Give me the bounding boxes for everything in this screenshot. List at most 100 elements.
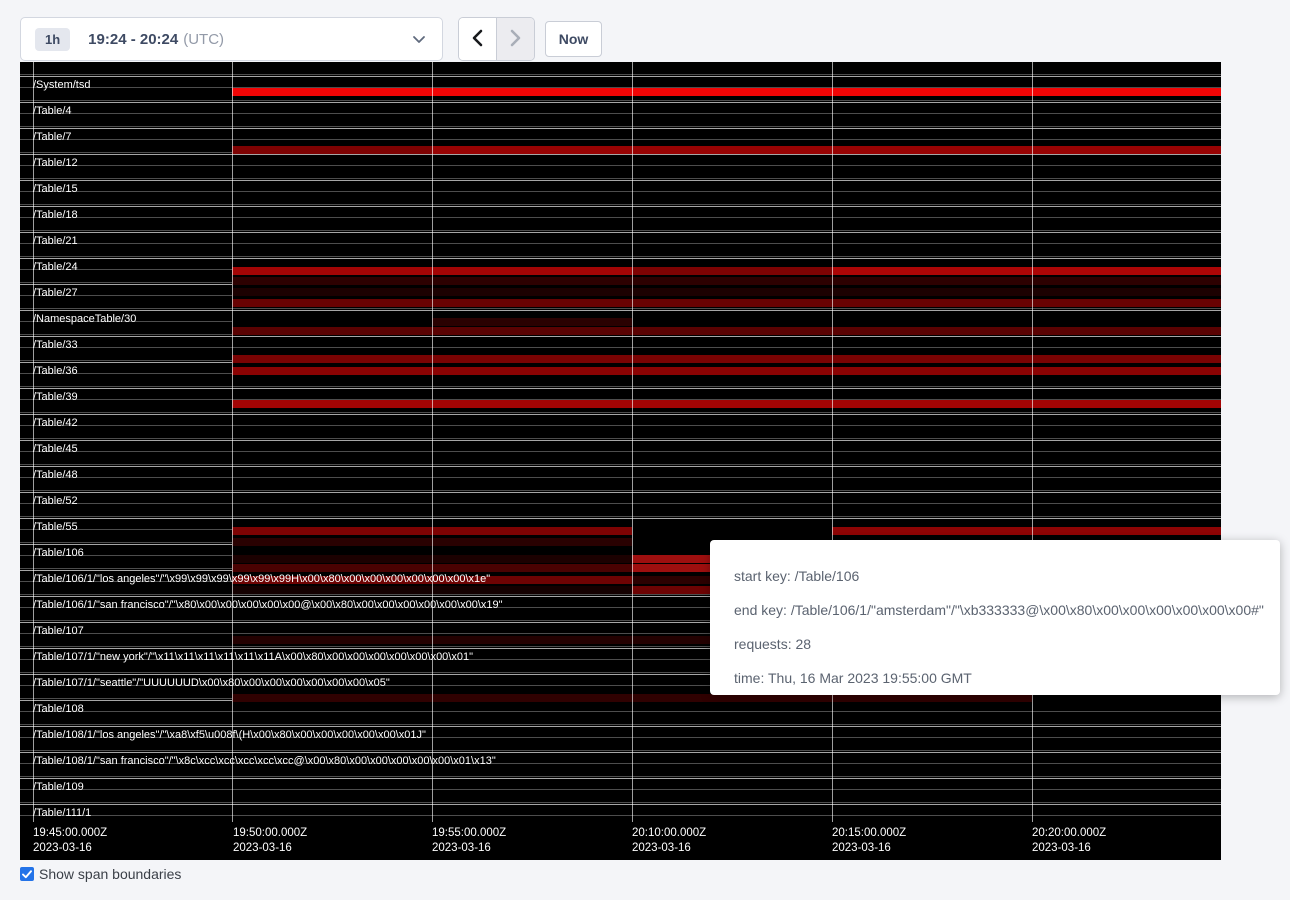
heatmap-row[interactable]: /Table/108/1/"los angeles"/"\xa8\xf5\u00… <box>20 726 1221 752</box>
heatmap-row[interactable]: /Table/12 <box>20 154 1221 180</box>
heat-band-segment[interactable] <box>432 146 632 154</box>
heat-band[interactable] <box>232 277 1221 285</box>
heat-band-segment[interactable] <box>832 146 1032 154</box>
heat-band-segment[interactable] <box>1032 146 1221 154</box>
heat-band-segment[interactable] <box>232 277 432 285</box>
heat-band-segment[interactable] <box>232 400 432 408</box>
heatmap-row[interactable]: /Table/111/1 <box>20 804 1221 819</box>
heat-band-segment[interactable] <box>432 564 632 572</box>
heatmap-row[interactable]: /Table/7 <box>20 128 1221 154</box>
heat-band-segment[interactable] <box>432 636 632 644</box>
previous-interval-button[interactable] <box>459 18 497 60</box>
heat-band-segment[interactable] <box>1032 288 1221 296</box>
heat-band-segment[interactable] <box>432 694 632 702</box>
heat-band-segment[interactable] <box>832 299 1032 307</box>
heatmap-row[interactable]: /Table/21 <box>20 232 1221 258</box>
heat-band[interactable] <box>232 88 1221 96</box>
heat-band-segment[interactable] <box>832 327 1032 335</box>
heatmap-row[interactable]: /Table/108/1/"san francisco"/"\x8c\xcc\x… <box>20 752 1221 778</box>
heat-band-segment[interactable] <box>232 146 432 154</box>
heat-band[interactable] <box>232 355 1221 363</box>
heat-band[interactable] <box>232 694 1221 702</box>
heat-band-segment[interactable] <box>432 355 632 363</box>
show-span-boundaries-control[interactable]: Show span boundaries <box>20 866 181 882</box>
heatmap-row[interactable]: /Table/27 <box>20 284 1221 310</box>
heat-band-segment[interactable] <box>432 538 632 546</box>
heatmap-row[interactable]: /Table/15 <box>20 180 1221 206</box>
heat-band-segment[interactable] <box>232 527 432 535</box>
heatmap-row[interactable]: /Table/52 <box>20 492 1221 518</box>
heat-band-segment[interactable] <box>632 88 832 96</box>
heatmap-row[interactable]: /Table/4 <box>20 102 1221 128</box>
heat-band[interactable] <box>232 400 1221 408</box>
heat-band-segment[interactable] <box>832 318 1032 326</box>
heat-band-segment[interactable] <box>632 277 832 285</box>
heat-band-segment[interactable] <box>432 88 632 96</box>
heat-band-segment[interactable] <box>632 299 832 307</box>
heat-band-segment[interactable] <box>832 694 1032 702</box>
heatmap-row[interactable]: /Table/108 <box>20 700 1221 726</box>
heat-band-segment[interactable] <box>432 400 632 408</box>
heat-band-segment[interactable] <box>1032 367 1221 375</box>
heat-band-segment[interactable] <box>832 400 1032 408</box>
heat-band-segment[interactable] <box>832 288 1032 296</box>
heat-band[interactable] <box>232 267 1221 275</box>
heat-band-segment[interactable] <box>232 267 432 275</box>
heat-band-segment[interactable] <box>432 267 632 275</box>
heat-band-segment[interactable] <box>1032 400 1221 408</box>
heat-band-segment[interactable] <box>232 564 432 572</box>
heat-band-segment[interactable] <box>632 288 832 296</box>
heat-band[interactable] <box>232 327 1221 335</box>
heat-band-segment[interactable] <box>232 88 432 96</box>
heat-band-segment[interactable] <box>832 527 1032 535</box>
heat-band-segment[interactable] <box>432 367 632 375</box>
heatmap-row[interactable]: /Table/42 <box>20 414 1221 440</box>
heat-band-segment[interactable] <box>632 694 832 702</box>
heat-band-segment[interactable] <box>1032 277 1221 285</box>
time-range-dropdown[interactable]: 1h 19:24 - 20:24 (UTC) <box>20 17 443 61</box>
heat-band-segment[interactable] <box>432 555 632 563</box>
heat-band-segment[interactable] <box>232 367 432 375</box>
heat-band-segment[interactable] <box>1032 318 1221 326</box>
heat-band-segment[interactable] <box>232 318 432 326</box>
heat-band-segment[interactable] <box>632 355 832 363</box>
heat-band-segment[interactable] <box>832 277 1032 285</box>
heat-band-segment[interactable] <box>232 555 432 563</box>
heat-band-segment[interactable] <box>232 327 432 335</box>
heat-band-segment[interactable] <box>432 327 632 335</box>
heat-band-segment[interactable] <box>832 267 1032 275</box>
heat-band-segment[interactable] <box>1032 299 1221 307</box>
heat-band-segment[interactable] <box>232 636 432 644</box>
heat-band-segment[interactable] <box>632 267 832 275</box>
heat-band-segment[interactable] <box>432 318 632 326</box>
heat-band-segment[interactable] <box>432 277 632 285</box>
heat-band-segment[interactable] <box>1032 527 1221 535</box>
heatmap-row[interactable]: /Table/33 <box>20 336 1221 362</box>
heat-band-segment[interactable] <box>432 527 632 535</box>
heat-band[interactable] <box>232 288 1221 296</box>
heatmap-row[interactable]: /Table/45 <box>20 440 1221 466</box>
heat-band-segment[interactable] <box>832 367 1032 375</box>
heat-band-segment[interactable] <box>1032 88 1221 96</box>
heatmap-row[interactable]: /Table/109 <box>20 778 1221 804</box>
show-span-boundaries-checkbox[interactable] <box>20 867 34 881</box>
heat-band-segment[interactable] <box>1032 267 1221 275</box>
heatmap-row[interactable]: /Table/39 <box>20 388 1221 414</box>
heatmap-row[interactable]: /Table/18 <box>20 206 1221 232</box>
heat-band-segment[interactable] <box>1032 694 1221 702</box>
heat-band-segment[interactable] <box>632 318 832 326</box>
now-button[interactable]: Now <box>545 21 602 57</box>
heatmap-row[interactable]: /System/tsd <box>20 76 1221 102</box>
heat-band-segment[interactable] <box>1032 355 1221 363</box>
heat-band-segment[interactable] <box>232 586 432 594</box>
heat-band-segment[interactable] <box>832 88 1032 96</box>
heat-band-segment[interactable] <box>632 367 832 375</box>
heat-band-segment[interactable] <box>632 146 832 154</box>
heatmap-row[interactable]: /Table/36 <box>20 362 1221 388</box>
heat-band-segment[interactable] <box>232 694 432 702</box>
heat-band[interactable] <box>232 318 1221 326</box>
heat-band-segment[interactable] <box>1032 327 1221 335</box>
heat-band-segment[interactable] <box>832 355 1032 363</box>
heat-band-segment[interactable] <box>632 327 832 335</box>
heat-band-segment[interactable] <box>432 288 632 296</box>
